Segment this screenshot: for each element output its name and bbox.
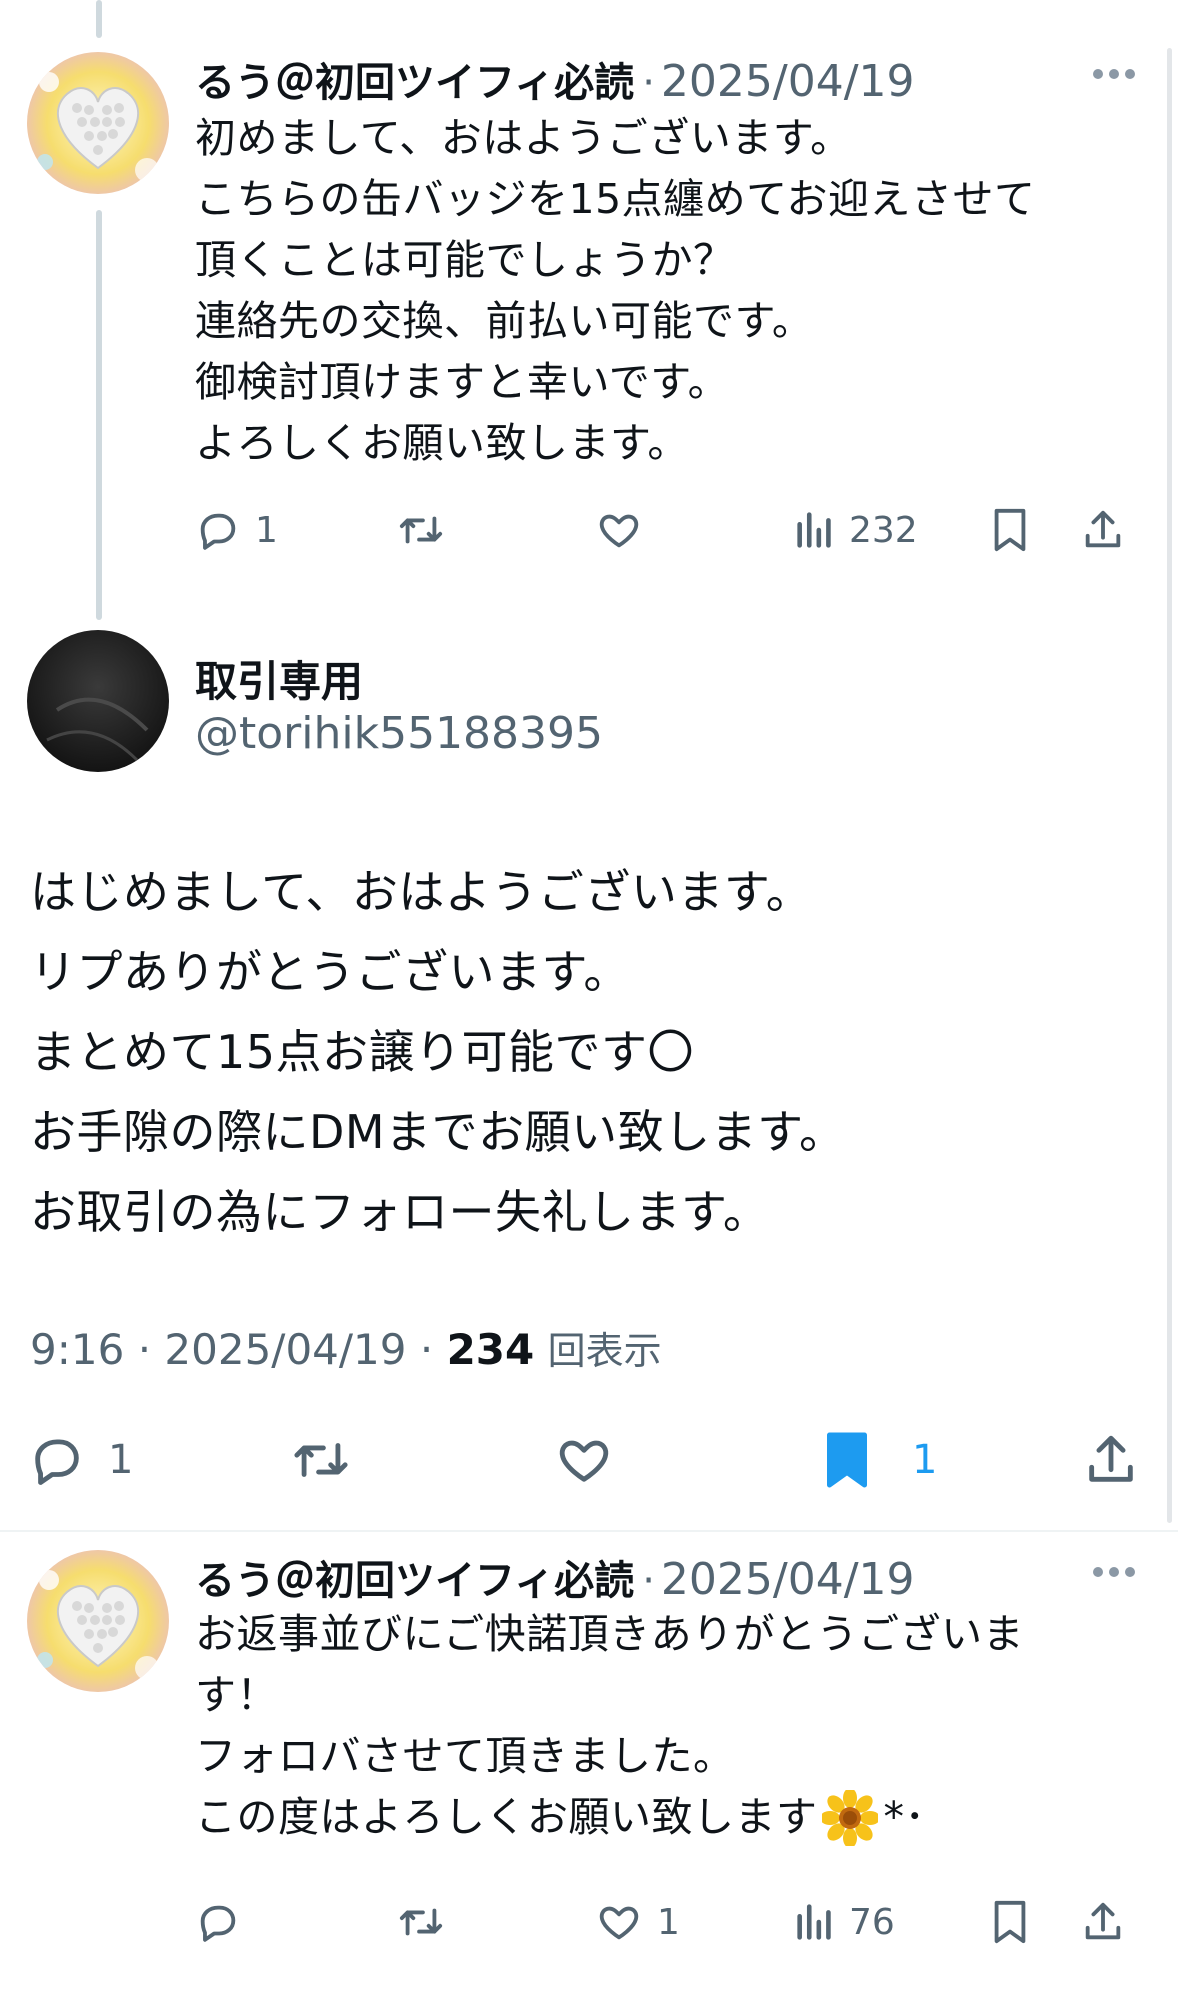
reply2-bookmark-button[interactable] xyxy=(990,1892,1030,1952)
reply1-date[interactable]: 2025/04/19 xyxy=(661,56,915,107)
reply2-date[interactable]: 2025/04/19 xyxy=(661,1554,915,1605)
main-bookmark-count: 1 xyxy=(912,1437,938,1483)
main-views-count: 234 xyxy=(446,1325,535,1374)
reply1-separator: · xyxy=(642,60,655,106)
reply1-line: 初めまして、おはようございます。 xyxy=(195,114,852,162)
heart-icon xyxy=(559,1440,609,1482)
reply1-retweet-button[interactable] xyxy=(395,500,447,560)
main-views-label: 回表示 xyxy=(547,1329,662,1373)
reply2-header: るう＠初回ツイフィ必読 · 2025/04/19 xyxy=(195,1548,915,1606)
main-meta: 9:16 · 2025/04/19 · 234 回表示 xyxy=(30,1320,662,1375)
reply1-display-name[interactable]: るう＠初回ツイフィ必読 xyxy=(195,50,634,108)
heart-icon xyxy=(599,514,639,548)
divider xyxy=(0,1530,1178,1532)
sunflower-emoji xyxy=(819,1787,880,1848)
avatar-torihiki[interactable] xyxy=(27,630,169,772)
main-handle[interactable]: @torihik55188395 xyxy=(195,708,603,759)
retweet-icon xyxy=(294,1443,348,1477)
speech-bubble-icon xyxy=(200,1905,236,1942)
heart-icon xyxy=(599,1906,639,1940)
reply2-view-count: 76 xyxy=(849,1901,895,1943)
reply2-line: お返事並びにご快諾頂きありがとうございま xyxy=(195,1610,1025,1658)
bar-chart-icon xyxy=(797,512,831,548)
bookmark-icon xyxy=(994,1900,1026,1944)
reply2-display-name[interactable]: るう＠初回ツイフィ必読 xyxy=(195,1548,634,1606)
main-reply-button[interactable]: 1 xyxy=(28,1420,133,1500)
reply1-line: 頂くことは可能でしょうか？ xyxy=(195,236,735,284)
reply2-more-icon[interactable] xyxy=(1092,1564,1136,1584)
retweet-icon xyxy=(399,516,443,544)
reply2-action-bar: 1 76 xyxy=(195,1892,1155,1952)
reply2-line: す！ xyxy=(195,1671,278,1719)
reply1-line: よろしくお願い致します。 xyxy=(195,419,689,467)
main-line: お取引の為にフォロー失礼します。 xyxy=(30,1185,770,1239)
reply2-text-suffix: *･ xyxy=(883,1793,926,1841)
conversation-page: るう＠初回ツイフィ必読 · 2025/04/19 初めまして、おはようございます… xyxy=(0,0,1178,1997)
speech-bubble-icon xyxy=(35,1439,79,1485)
reply1-action-bar: 1 232 xyxy=(195,500,1155,560)
reply2-retweet-button[interactable] xyxy=(395,1892,447,1952)
main-action-bar: 1 1 xyxy=(0,1420,1178,1500)
scrollbar[interactable] xyxy=(1167,48,1172,1523)
reply2-reply-button[interactable] xyxy=(195,1892,241,1952)
thread-line-top xyxy=(96,0,102,38)
avatar-ruu[interactable] xyxy=(27,1550,169,1692)
reply1-share-button[interactable] xyxy=(1080,500,1126,560)
bookmark-icon xyxy=(994,508,1026,552)
speech-bubble-icon xyxy=(200,513,236,550)
reply2-line: この度はよろしくお願い致します xyxy=(195,1793,818,1841)
reply1-views-button[interactable]: 232 xyxy=(795,500,918,560)
share-icon xyxy=(1089,1435,1133,1482)
reply2-views-button[interactable]: 76 xyxy=(795,1892,895,1952)
reply1-header: るう＠初回ツイフィ必読 · 2025/04/19 xyxy=(195,50,915,108)
reply1-reply-count: 1 xyxy=(255,509,278,551)
share-icon xyxy=(1085,1902,1121,1940)
reply2-share-button[interactable] xyxy=(1080,1892,1126,1952)
reply2-like-count: 1 xyxy=(657,1901,680,1943)
main-tweet-text: はじめまして、おはようございます。 リプありがとうございます。 まとめて15点お… xyxy=(30,852,846,1252)
reply1-more-icon[interactable] xyxy=(1092,66,1136,86)
reply1-bookmark-button[interactable] xyxy=(990,500,1030,560)
main-line: まとめて15点お譲り可能です〇 xyxy=(30,1025,695,1079)
main-line: はじめまして、おはようございます。 xyxy=(30,865,813,919)
main-line: お手隙の際にDMまでお願い致します。 xyxy=(30,1105,846,1159)
reply2-line-with-emoji: この度はよろしくお願い致します *･ xyxy=(195,1787,1125,1848)
main-like-button[interactable] xyxy=(554,1420,614,1500)
reply2-text: お返事並びにご快諾頂きありがとうございま す！ フォロバさせて頂きました。 この… xyxy=(195,1604,1125,1848)
reply1-line: 御検討頂けますと幸いです。 xyxy=(195,358,730,406)
reply2-line: フォロバさせて頂きました。 xyxy=(195,1732,735,1780)
main-time[interactable]: 9:16 xyxy=(30,1325,124,1374)
reply1-line: 連絡先の交換、前払い可能です。 xyxy=(195,297,814,345)
share-icon xyxy=(1085,510,1121,548)
reply1-line: こちらの缶バッジを15点纏めてお迎えさせて xyxy=(195,175,1036,223)
reply2-separator: · xyxy=(642,1558,655,1604)
main-reply-count: 1 xyxy=(108,1437,134,1483)
main-display-name[interactable]: 取引専用 xyxy=(195,648,363,709)
bookmark-icon xyxy=(827,1432,867,1488)
reply1-reply-button[interactable]: 1 xyxy=(195,500,278,560)
reply1-view-count: 232 xyxy=(849,509,918,551)
bar-chart-icon xyxy=(797,1904,831,1940)
main-line: リプありがとうございます。 xyxy=(30,945,630,999)
main-retweet-button[interactable] xyxy=(288,1420,354,1500)
meta-separator: · xyxy=(419,1325,434,1374)
meta-separator: · xyxy=(137,1325,152,1374)
thread-line-middle xyxy=(96,210,102,620)
reply1-text: 初めまして、おはようございます。 こちらの缶バッジを15点纏めてお迎えさせて 頂… xyxy=(195,108,1125,474)
main-bookmark-button[interactable]: 1 xyxy=(822,1420,937,1500)
avatar-ruu[interactable] xyxy=(27,52,169,194)
retweet-icon xyxy=(399,1908,443,1936)
reply2-like-button[interactable]: 1 xyxy=(595,1892,680,1952)
main-date[interactable]: 2025/04/19 xyxy=(164,1325,406,1374)
main-share-button[interactable] xyxy=(1082,1420,1140,1500)
reply1-like-button[interactable] xyxy=(595,500,643,560)
